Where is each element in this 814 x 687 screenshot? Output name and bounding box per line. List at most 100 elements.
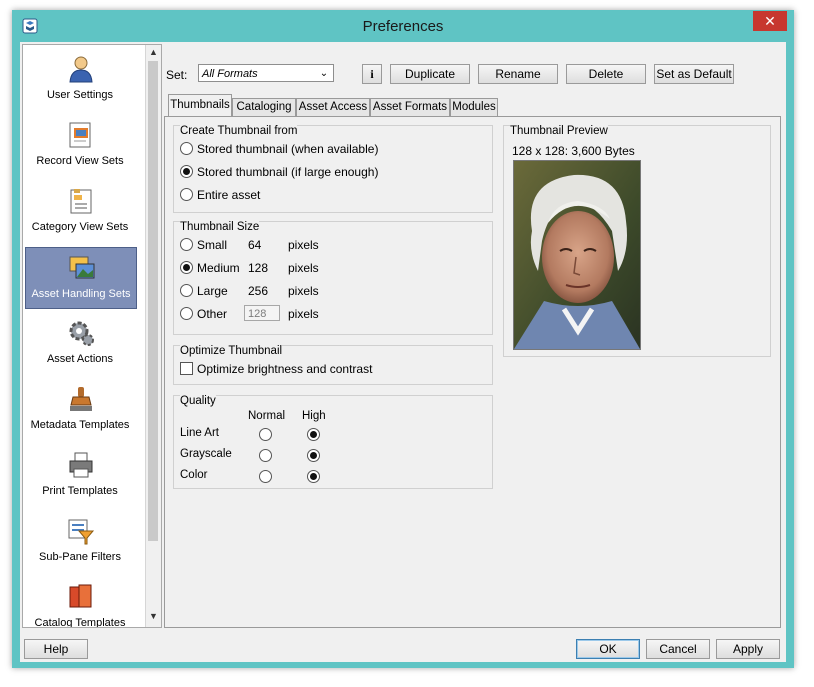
thumbnail-preview-group: Thumbnail Preview 128 x 128: 3,600 Bytes: [503, 125, 771, 357]
create-thumbnail-title: Create Thumbnail from: [180, 125, 298, 137]
radio-button[interactable]: [180, 307, 193, 320]
sidebar-item-metadata-templates[interactable]: Metadata Templates: [25, 379, 135, 439]
thumbnail-preview-image: [513, 160, 641, 350]
quality-row-color: Color: [180, 469, 208, 481]
scroll-up-icon[interactable]: ▲: [146, 47, 161, 61]
size-unit: pixels: [288, 238, 319, 252]
size-unit: pixels: [288, 284, 319, 298]
quality-color-normal-radio[interactable]: [259, 470, 272, 483]
quality-group: Quality Normal High Line Art Grayscale C…: [173, 395, 493, 489]
set-label: Set:: [166, 68, 188, 82]
tab-asset-formats[interactable]: Asset Formats: [370, 98, 450, 116]
quality-col-high: High: [302, 410, 326, 422]
sidebar-item-asset-handling-sets[interactable]: Asset Handling Sets: [25, 247, 137, 309]
size-unit: pixels: [288, 307, 319, 321]
category-sidebar: User Settings Record View Sets Category …: [22, 44, 162, 628]
record-view-icon: [69, 122, 91, 148]
checkbox-label: Optimize brightness and contrast: [197, 362, 373, 376]
size-option-medium[interactable]: Medium 128 pixels: [180, 259, 480, 277]
sidebar-scrollbar[interactable]: ▲ ▼: [145, 45, 161, 627]
apply-button[interactable]: Apply: [716, 639, 780, 659]
thumbnail-preview-title: Thumbnail Preview: [510, 125, 608, 137]
stamp-icon: [70, 387, 92, 411]
radio-label: Other: [197, 307, 228, 321]
size-option-other[interactable]: Other 128 pixels: [180, 305, 480, 323]
radio-button[interactable]: [180, 261, 193, 274]
tab-modules[interactable]: Modules: [450, 98, 498, 116]
tab-cataloging[interactable]: Cataloging: [232, 98, 296, 116]
ok-button[interactable]: OK: [576, 639, 640, 659]
tab-thumbnails[interactable]: Thumbnails: [168, 94, 232, 116]
quality-grayscale-high-radio[interactable]: [307, 449, 320, 462]
sidebar-item-label: Asset Actions: [46, 353, 114, 365]
thumbnail-dimensions: 128 x 128: 3,600 Bytes: [512, 144, 635, 158]
create-option-stored-available[interactable]: Stored thumbnail (when available): [180, 140, 378, 158]
delete-button[interactable]: Delete: [566, 64, 646, 84]
catalog-icon: [69, 584, 92, 608]
sidebar-item-sub-pane-filters[interactable]: Sub-Pane Filters: [25, 511, 135, 571]
thumbnail-size-title: Thumbnail Size: [180, 221, 260, 233]
sidebar-item-label: User Settings: [46, 89, 114, 101]
size-unit: pixels: [288, 261, 319, 275]
sidebar-item-print-templates[interactable]: Print Templates: [25, 445, 135, 505]
duplicate-button[interactable]: Duplicate: [390, 64, 470, 84]
chevron-down-icon: ⌄: [319, 68, 329, 79]
quality-title: Quality: [180, 395, 216, 407]
quality-color-high-radio[interactable]: [307, 470, 320, 483]
other-size-input[interactable]: 128: [244, 305, 280, 321]
radio-button[interactable]: [180, 238, 193, 251]
radio-button[interactable]: [180, 142, 193, 155]
filter-icon: [68, 519, 95, 545]
radio-button[interactable]: [180, 165, 193, 178]
category-view-icon: [70, 189, 92, 214]
radio-button[interactable]: [180, 188, 193, 201]
size-option-large[interactable]: Large 256 pixels: [180, 282, 480, 300]
printer-icon: [69, 452, 93, 478]
set-as-default-button[interactable]: Set as Default: [654, 64, 734, 84]
sidebar-item-user-settings[interactable]: User Settings: [25, 49, 135, 109]
quality-line-art-normal-radio[interactable]: [259, 428, 272, 441]
create-thumbnail-group: Create Thumbnail from Stored thumbnail (…: [173, 125, 493, 213]
user-icon: [69, 56, 93, 83]
thumbnails-tab-content: Create Thumbnail from Stored thumbnail (…: [164, 116, 781, 628]
sidebar-item-catalog-templates[interactable]: Catalog Templates: [25, 577, 135, 628]
sidebar-item-label: Print Templates: [42, 485, 118, 497]
sidebar-item-record-view-sets[interactable]: Record View Sets: [25, 115, 135, 175]
sidebar-item-label: Catalog Templates: [34, 617, 126, 628]
scroll-down-icon[interactable]: ▼: [146, 611, 161, 625]
optimize-thumbnail-title: Optimize Thumbnail: [180, 345, 283, 357]
sidebar-item-asset-actions[interactable]: Asset Actions: [25, 313, 135, 373]
sidebar-item-label: Asset Handling Sets: [31, 288, 131, 300]
close-button[interactable]: ✕: [753, 11, 787, 31]
size-value: 64: [248, 238, 262, 252]
portrait-image: [514, 161, 640, 349]
radio-label: Entire asset: [197, 188, 261, 202]
create-option-stored-large[interactable]: Stored thumbnail (if large enough): [180, 163, 378, 181]
gear-icon: [69, 321, 94, 346]
sidebar-item-label: Sub-Pane Filters: [39, 551, 121, 563]
radio-button[interactable]: [180, 284, 193, 297]
set-dropdown[interactable]: All Formats ⌄: [198, 64, 334, 82]
title-bar[interactable]: Preferences ✕: [12, 10, 794, 42]
optimize-brightness-option[interactable]: Optimize brightness and contrast: [180, 360, 372, 378]
preferences-window: Preferences ✕ User Settings Record View …: [12, 10, 794, 668]
tab-asset-access[interactable]: Asset Access: [296, 98, 370, 116]
info-button[interactable]: i: [362, 64, 382, 84]
dialog-client: User Settings Record View Sets Category …: [20, 42, 786, 662]
scrollbar-thumb[interactable]: [148, 61, 158, 541]
sidebar-item-label: Record View Sets: [36, 155, 124, 167]
size-value: 128: [248, 261, 269, 275]
radio-label: Stored thumbnail (when available): [197, 142, 379, 156]
settings-panel: Set: All Formats ⌄ i Duplicate Rename De…: [164, 54, 786, 630]
help-button[interactable]: Help: [24, 639, 88, 659]
optimize-checkbox[interactable]: [180, 362, 193, 375]
quality-line-art-high-radio[interactable]: [307, 428, 320, 441]
quality-grayscale-normal-radio[interactable]: [259, 449, 272, 462]
rename-button[interactable]: Rename: [478, 64, 558, 84]
quality-row-grayscale: Grayscale: [180, 448, 232, 460]
radio-label: Large: [197, 284, 228, 298]
sidebar-item-category-view-sets[interactable]: Category View Sets: [25, 181, 135, 241]
size-option-small[interactable]: Small 64 pixels: [180, 236, 480, 254]
cancel-button[interactable]: Cancel: [646, 639, 710, 659]
create-option-entire-asset[interactable]: Entire asset: [180, 186, 260, 204]
